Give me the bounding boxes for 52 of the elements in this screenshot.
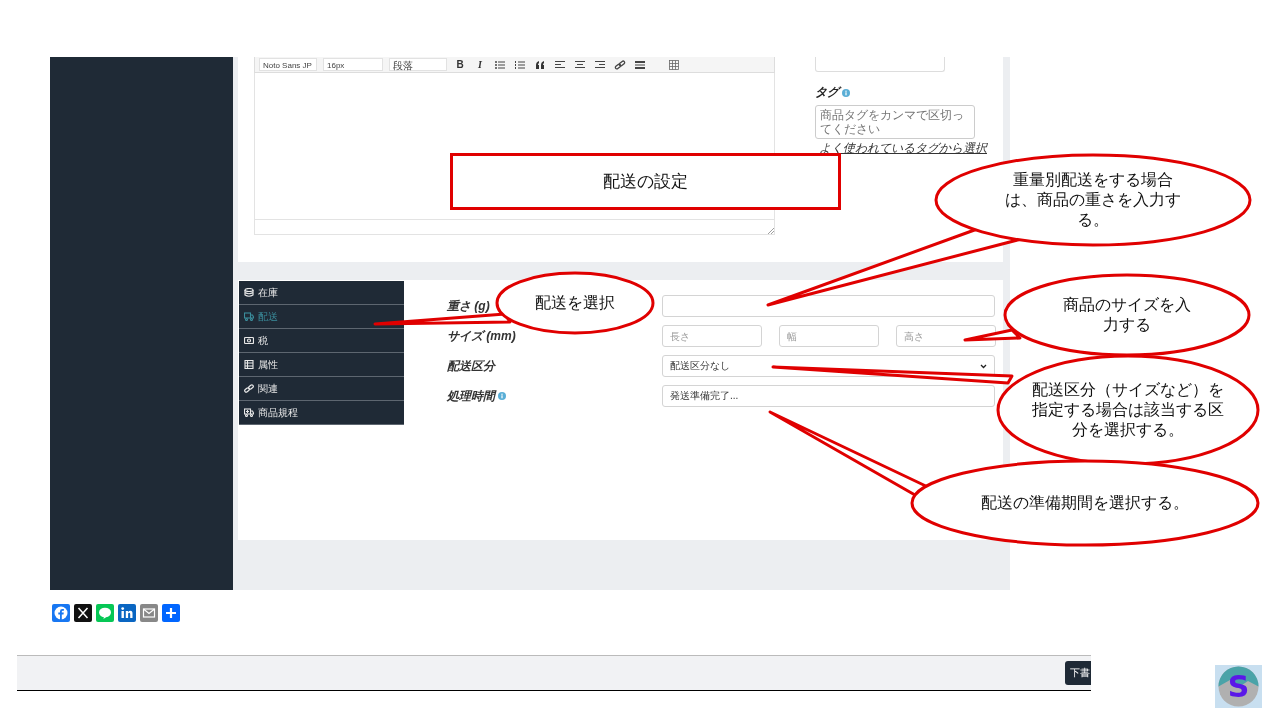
- tag-field[interactable]: 商品タグをカンマで区切ってください: [815, 105, 975, 139]
- callout-text: 商品のサイズを入力する: [1062, 295, 1192, 335]
- tab[interactable]: 税: [239, 329, 404, 353]
- link-icon: [244, 384, 254, 393]
- align-right-icon[interactable]: [593, 59, 607, 70]
- truck-icon: [244, 312, 254, 321]
- horizontal-rule-icon[interactable]: [633, 59, 647, 70]
- field-label: 重さ (g): [447, 297, 490, 315]
- list-icon[interactable]: [493, 59, 507, 70]
- callout-box: 配送の設定: [450, 153, 841, 210]
- dropdown[interactable]: Noto Sans JP: [259, 58, 317, 71]
- chevron-down-icon: [980, 363, 987, 369]
- linkedin-icon[interactable]: [118, 604, 136, 622]
- field-label: 配送区分: [447, 357, 495, 375]
- link-icon[interactable]: [613, 59, 627, 70]
- field-label: 処理時間: [447, 387, 495, 405]
- align-left-icon[interactable]: [553, 59, 567, 70]
- tab[interactable]: 商品規程: [239, 401, 404, 425]
- tab[interactable]: 配送: [239, 305, 404, 329]
- banknote-icon: [244, 336, 254, 345]
- table-icon[interactable]: [667, 59, 681, 70]
- field-label: サイズ (mm): [447, 327, 516, 345]
- mail-icon[interactable]: [140, 604, 158, 622]
- callout-text: 配送を選択: [534, 293, 616, 313]
- italic-button[interactable]: I: [473, 59, 487, 70]
- numbered-list-icon[interactable]: [513, 59, 527, 70]
- dropdown[interactable]: 16px: [323, 58, 383, 71]
- quote-icon[interactable]: [533, 59, 547, 70]
- size-field[interactable]: 幅: [779, 325, 879, 347]
- database-icon: [244, 288, 254, 297]
- list-icon: [244, 360, 254, 369]
- info-icon: [498, 392, 506, 400]
- tab[interactable]: 関連: [239, 377, 404, 401]
- bold-button[interactable]: B: [453, 59, 467, 70]
- x-logo-icon[interactable]: [74, 604, 92, 622]
- tab[interactable]: 属性: [239, 353, 404, 377]
- select-field[interactable]: 発送準備完了...: [662, 385, 995, 407]
- callout-text: 重量別配送をする場合は、商品の重さを入力する。: [1004, 170, 1182, 230]
- input-field[interactable]: [815, 57, 945, 72]
- dropdown[interactable]: 段落: [389, 58, 447, 71]
- plus-icon[interactable]: [162, 604, 180, 622]
- callout-text: 配送区分（サイズなど）を指定する場合は該当する区分を選択する。: [1031, 380, 1225, 440]
- size-field[interactable]: 長さ: [662, 325, 762, 347]
- align-center-icon[interactable]: [573, 59, 587, 70]
- weight-field[interactable]: [662, 295, 995, 317]
- resize-handle-icon[interactable]: [768, 228, 774, 234]
- draft-button[interactable]: 下書: [1065, 661, 1091, 685]
- facebook-icon[interactable]: [52, 604, 70, 622]
- truck-icon: [244, 408, 254, 417]
- tab[interactable]: 在庫: [239, 281, 404, 305]
- info-icon: [842, 88, 850, 97]
- callout-text: 配送の準備期間を選択する。: [980, 493, 1190, 513]
